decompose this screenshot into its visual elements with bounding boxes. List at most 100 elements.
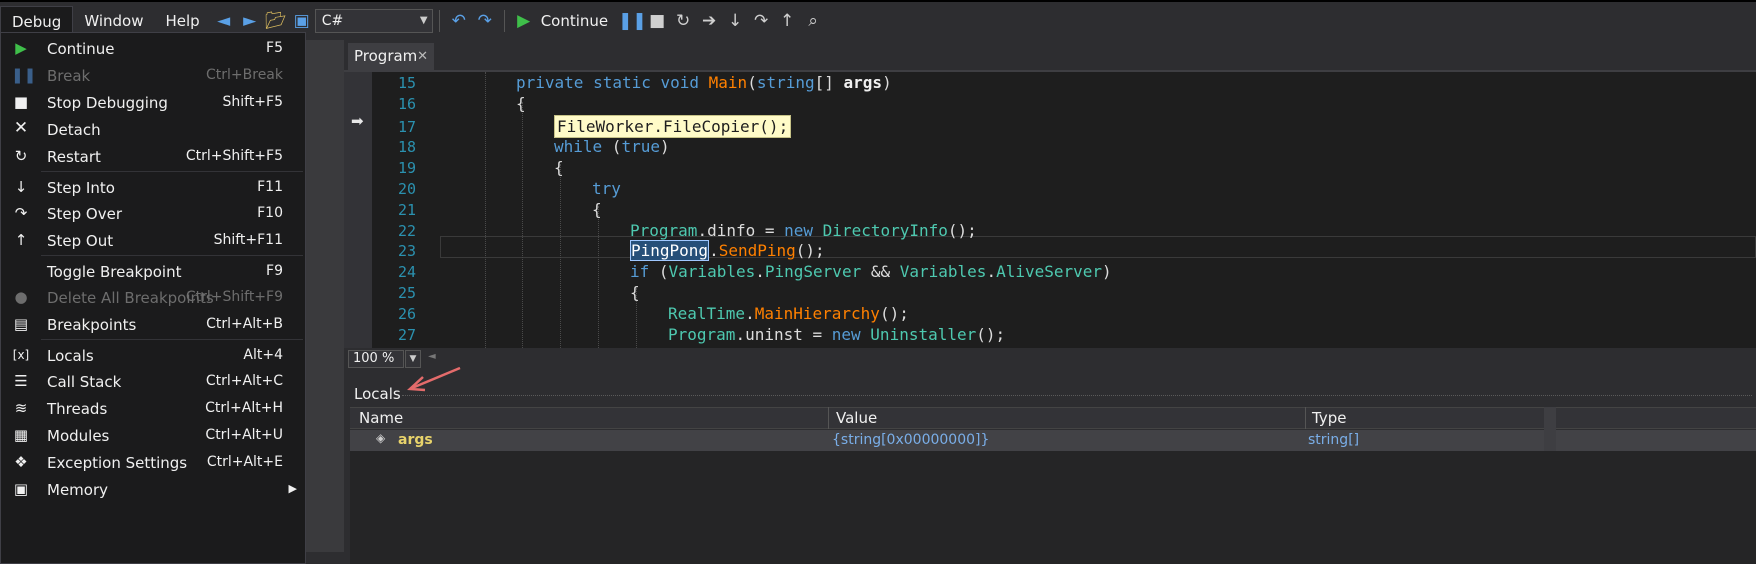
code-line[interactable]: { bbox=[516, 94, 526, 113]
open-folder-icon[interactable]: 📂︎ bbox=[263, 11, 289, 31]
code-line[interactable]: { bbox=[630, 283, 640, 302]
find-icon[interactable]: ⌕ bbox=[800, 11, 826, 31]
code-line[interactable]: private static void Main(string[] args) bbox=[516, 73, 892, 92]
code-token: (); bbox=[759, 116, 789, 136]
modules-icon: ▦ bbox=[13, 426, 29, 444]
code-token: try bbox=[592, 179, 621, 198]
menu-item-detach[interactable]: ✕ Detach bbox=[1, 117, 305, 143]
exception-settings-icon: ❖ bbox=[14, 453, 28, 471]
undo-icon[interactable]: ↶ bbox=[446, 11, 472, 31]
close-tab-icon[interactable]: ✕ bbox=[417, 43, 428, 70]
restart-icon[interactable]: ↻ bbox=[670, 11, 696, 31]
column-divider[interactable] bbox=[828, 407, 829, 429]
code-token: private static void bbox=[516, 73, 709, 92]
menu-item-label: Restart bbox=[47, 148, 101, 166]
line-number: 23 bbox=[397, 242, 416, 261]
indent-guide bbox=[485, 72, 486, 348]
column-header-name[interactable]: Name bbox=[359, 409, 403, 427]
code-line[interactable]: FileWorker.FileCopier(); bbox=[554, 114, 792, 138]
column-header-value[interactable]: Value bbox=[836, 409, 877, 427]
line-number: 16 bbox=[397, 94, 416, 113]
continue-button[interactable]: Continue bbox=[541, 12, 608, 30]
show-next-statement-icon[interactable]: ➔ bbox=[696, 11, 722, 31]
menu-item-shortcut: Ctrl+Shift+F5 bbox=[185, 148, 283, 164]
tab-program[interactable]: Program ✕ bbox=[348, 43, 434, 70]
local-value[interactable]: {string[0x00000000]} bbox=[832, 432, 989, 448]
menu-item-label: Step Over bbox=[47, 205, 122, 223]
code-line[interactable]: RealTime.MainHierarchy(); bbox=[668, 304, 909, 323]
menu-item-shortcut: F9 bbox=[266, 263, 283, 279]
code-line[interactable]: { bbox=[592, 200, 602, 219]
line-number: 17 bbox=[397, 117, 416, 136]
code-token: Program bbox=[630, 220, 698, 240]
code-token: RealTime bbox=[668, 303, 746, 323]
navigate-forward-icon[interactable]: ► bbox=[237, 11, 263, 31]
menu-item-label: Detach bbox=[47, 121, 101, 139]
save-all-icon[interactable]: ▣ bbox=[289, 11, 315, 31]
code-line[interactable]: if (Variables.PingServer && Variables.Al… bbox=[630, 262, 1112, 281]
menu-item-memory[interactable]: ▣ Memory ▶ bbox=[1, 477, 305, 503]
code-token: string bbox=[756, 73, 815, 92]
code-line[interactable]: Program.dinfo = new DirectoryInfo(); bbox=[630, 221, 977, 240]
line-number: 22 bbox=[397, 221, 416, 240]
code-token: ( bbox=[602, 137, 622, 157]
play-icon: ▶ bbox=[15, 39, 27, 57]
vertical-scrollbar[interactable] bbox=[1544, 407, 1556, 451]
menu-item-modules[interactable]: ▦ Modules Ctrl+Alt+U bbox=[1, 423, 305, 449]
code-token: (); bbox=[976, 324, 1006, 344]
code-line[interactable]: PingPong.SendPing(); bbox=[630, 240, 825, 262]
code-line[interactable]: while (true) bbox=[554, 137, 670, 156]
menu-item-exception-settings[interactable]: ❖ Exception Settings Ctrl+Alt+E bbox=[1, 450, 305, 476]
current-statement-arrow-icon: ➡ bbox=[351, 112, 364, 130]
restart-icon: ↻ bbox=[14, 147, 28, 165]
step-into-icon[interactable]: ↓ bbox=[722, 11, 748, 31]
code-editor[interactable]: ➡ 15 private static void Main(string[] ar… bbox=[344, 72, 1756, 348]
tab-label: Program bbox=[354, 47, 418, 65]
menu-item-locals[interactable]: [x] Locals Alt+4 bbox=[1, 343, 305, 369]
line-number: 24 bbox=[397, 263, 416, 282]
menu-item-shortcut: Ctrl+Alt+E bbox=[206, 454, 283, 470]
menu-item-breakpoints[interactable]: ▤ Breakpoints Ctrl+Alt+B bbox=[1, 312, 305, 338]
code-token: if bbox=[630, 262, 650, 282]
menu-item-shortcut: Ctrl+Alt+U bbox=[205, 427, 283, 443]
menu-item-call-stack[interactable]: ☰ Call Stack Ctrl+Alt+C bbox=[1, 369, 305, 395]
code-token: Variables bbox=[899, 262, 987, 282]
menu-item-restart[interactable]: ↻ Restart Ctrl+Shift+F5 bbox=[1, 144, 305, 170]
language-select[interactable]: C# ▼ bbox=[314, 9, 433, 33]
editor-bottom-bar bbox=[344, 348, 1756, 370]
code-token: new bbox=[831, 324, 871, 344]
menu-item-step-into[interactable]: ↓ Step Into F11 bbox=[1, 175, 305, 201]
code-token: MainHierarchy bbox=[754, 303, 880, 323]
menu-item-label: Stop Debugging bbox=[47, 94, 168, 112]
menu-item-shortcut: Shift+F5 bbox=[222, 94, 283, 110]
break-all-icon[interactable]: ❚❚ bbox=[618, 11, 647, 31]
menu-item-continue[interactable]: ▶ Continue F5 bbox=[1, 36, 305, 62]
step-over-icon[interactable]: ↷ bbox=[748, 11, 774, 31]
code-line[interactable]: Program.uninst = new Uninstaller(); bbox=[668, 325, 1005, 344]
scroll-left-icon[interactable]: ◄ bbox=[428, 351, 436, 362]
stop-debugging-icon[interactable]: ■ bbox=[644, 11, 670, 31]
continue-play-icon[interactable]: ▶ bbox=[511, 11, 537, 31]
stop-icon: ■ bbox=[13, 93, 29, 111]
column-divider[interactable] bbox=[1305, 407, 1306, 429]
memory-icon: ▣ bbox=[13, 480, 29, 498]
redo-icon[interactable]: ↷ bbox=[472, 11, 498, 31]
menu-item-step-over[interactable]: ↷ Step Over F10 bbox=[1, 201, 305, 227]
zoom-level[interactable]: 100 % bbox=[348, 350, 404, 368]
menu-item-stop-debugging[interactable]: ■ Stop Debugging Shift+F5 bbox=[1, 90, 305, 116]
column-header-type[interactable]: Type bbox=[1312, 409, 1346, 427]
line-number: 18 bbox=[397, 138, 416, 157]
code-line[interactable]: try bbox=[592, 179, 621, 198]
code-line[interactable]: { bbox=[554, 158, 564, 177]
step-out-icon[interactable]: ↑ bbox=[774, 11, 800, 31]
menu-item-threads[interactable]: ≋ Threads Ctrl+Alt+H bbox=[1, 396, 305, 422]
menu-item-toggle-breakpoint[interactable]: Toggle Breakpoint F9 bbox=[1, 259, 305, 285]
menu-item-label: Breakpoints bbox=[47, 316, 137, 334]
line-number: 26 bbox=[397, 304, 416, 323]
code-token: { bbox=[554, 158, 564, 178]
menu-item-step-out[interactable]: ↑ Step Out Shift+F11 bbox=[1, 228, 305, 254]
code-token: && bbox=[861, 262, 900, 282]
navigate-back-icon[interactable]: ◄ bbox=[211, 11, 237, 31]
menu-item-label: Exception Settings bbox=[47, 454, 188, 472]
code-token: FileCopier bbox=[662, 116, 760, 136]
